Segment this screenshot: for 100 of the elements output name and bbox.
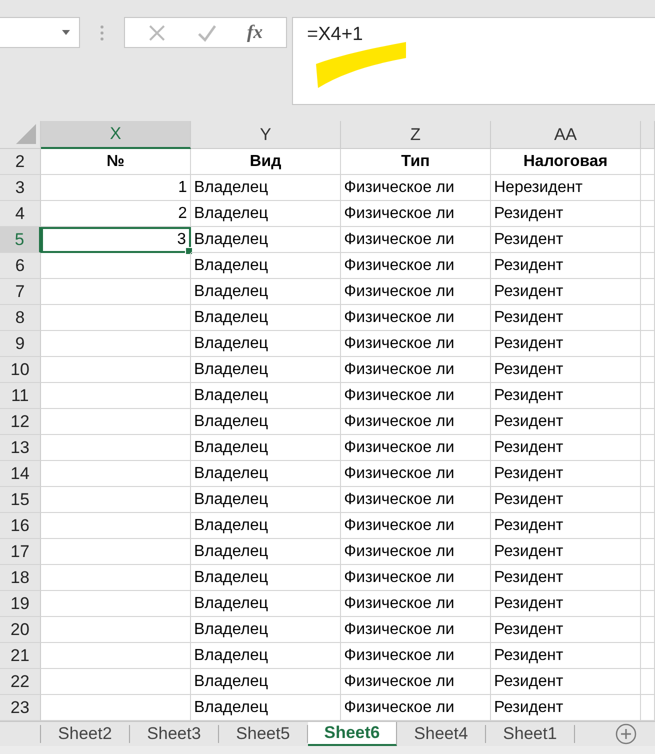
table-cell [641,591,655,617]
table-cell: Резидент [491,643,641,669]
table-cell: Владелец [191,253,341,279]
row-header[interactable]: 7 [0,279,41,305]
table-cell: Владелец [191,461,341,487]
table-cell [641,565,655,591]
row-header[interactable]: 12 [0,409,41,435]
row-header[interactable]: 9 [0,331,41,357]
table-cell: Резидент [491,565,641,591]
column-header[interactable]: Y [191,121,341,149]
select-all-icon[interactable] [16,124,36,144]
row-header[interactable]: 6 [0,253,41,279]
column-header[interactable] [641,121,655,149]
column-header[interactable]: AA [491,121,641,149]
sheet-tab[interactable]: Sheet4 [397,725,486,743]
table-cell: Владелец [191,617,341,643]
table-cell: Владелец [191,201,341,227]
row-header[interactable]: 23 [0,695,41,721]
table-cell [641,643,655,669]
row-header[interactable]: 8 [0,305,41,331]
table-cell: Физическое ли [341,617,491,643]
table-cell: Физическое ли [341,565,491,591]
row-header[interactable]: 17 [0,539,41,565]
table-cell: Владелец [191,175,341,201]
formula-bar[interactable]: =X4+1 [292,17,655,105]
table-cell: Владелец [191,643,341,669]
table-cell: Резидент [491,591,641,617]
table-cell: Резидент [491,305,641,331]
sheet-tab[interactable]: Sheet2 [41,725,130,743]
table-cell [641,383,655,409]
row-header[interactable]: 22 [0,669,41,695]
table-cell [641,201,655,227]
table-cell [641,435,655,461]
table-cell [641,539,655,565]
row-header[interactable]: 14 [0,461,41,487]
table-cell: Физическое ли [341,383,491,409]
table-cell: Физическое ли [341,513,491,539]
table-cell: Резидент [491,409,641,435]
table-cell: Резидент [491,539,641,565]
table-cell [641,669,655,695]
row-header[interactable]: 13 [0,435,41,461]
table-cell: Владелец [191,279,341,305]
sheet-tab[interactable]: Sheet6 [308,722,397,746]
caret-icon [62,30,70,35]
row-header[interactable]: 21 [0,643,41,669]
sheet-tab[interactable]: Sheet1 [486,725,575,743]
row-header[interactable]: 20 [0,617,41,643]
table-cell: Резидент [491,461,641,487]
select-all-corner[interactable] [0,121,41,149]
table-cell [641,487,655,513]
name-box[interactable] [0,17,80,48]
row-header[interactable]: 16 [0,513,41,539]
row-header[interactable]: 15 [0,487,41,513]
table-cell: Резидент [491,513,641,539]
row-header[interactable]: 11 [0,383,41,409]
table-cell: Владелец [191,305,341,331]
row-header[interactable]: 19 [0,591,41,617]
table-cell: Владелец [191,383,341,409]
table-cell: Владелец [191,357,341,383]
table-cell [641,279,655,305]
table-cell: Физическое ли [341,305,491,331]
table-cell [641,513,655,539]
row-header[interactable]: 10 [0,357,41,383]
table-cell [641,149,655,175]
table-cell: Физическое ли [341,409,491,435]
row-header[interactable]: 5 [0,227,41,253]
formula-text: =X4+1 [307,24,363,45]
row-header[interactable]: 18 [0,565,41,591]
add-sheet-icon[interactable] [615,723,637,745]
table-cell [641,461,655,487]
table-cell [641,305,655,331]
table-cell: Физическое ли [341,591,491,617]
column-title-cell: № [41,149,191,175]
sheet-tab[interactable]: Sheet3 [130,725,219,743]
row-header[interactable]: 3 [0,175,41,201]
table-cell: Физическое ли [341,201,491,227]
table-cell: Владелец [191,539,341,565]
table-cell: Физическое ли [341,357,491,383]
cancel-icon[interactable] [148,24,166,42]
insert-function-button[interactable]: fx [246,22,263,44]
table-cell: Владелец [191,409,341,435]
table-cell: Физическое ли [341,435,491,461]
table-cell: Физическое ли [341,175,491,201]
table-cell: Резидент [491,253,641,279]
table-cell [641,253,655,279]
column-header[interactable]: X [41,121,191,149]
table-cell: Физическое ли [341,487,491,513]
table-cell: Резидент [491,617,641,643]
table-cell [641,331,655,357]
drag-handle-icon[interactable] [100,25,104,41]
check-icon[interactable] [196,24,217,42]
row-header[interactable]: 4 [0,201,41,227]
table-cell: Резидент [491,383,641,409]
table-cell: Владелец [191,565,341,591]
column-header[interactable]: Z [341,121,491,149]
table-cell: Физическое ли [341,279,491,305]
fill-handle[interactable] [185,247,193,255]
row-header[interactable]: 2 [0,149,41,175]
table-cell [641,357,655,383]
table-cell: Физическое ли [341,227,491,253]
